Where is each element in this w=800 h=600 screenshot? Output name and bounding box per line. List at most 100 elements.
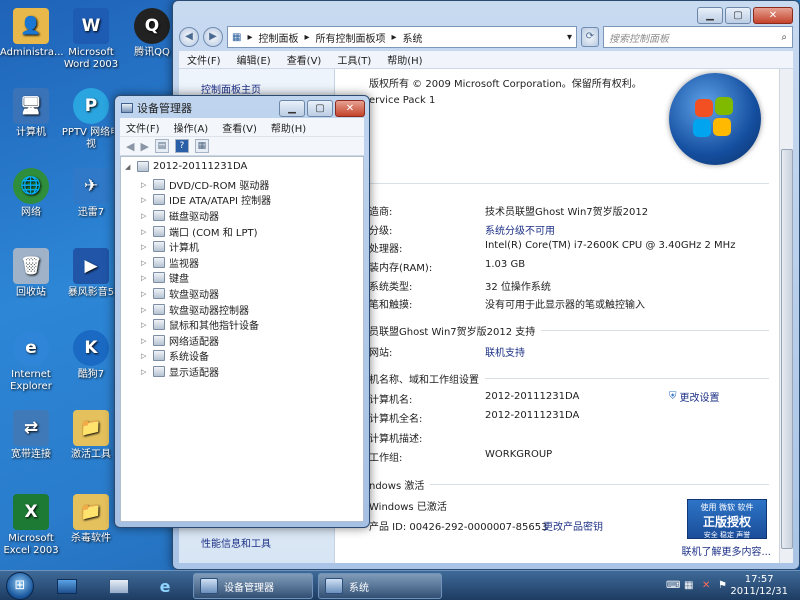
menu-action[interactable]: 操作(A) [174,120,209,135]
desktop-icon-activation-tools[interactable]: 📁 激活工具 [60,410,122,461]
rating-link[interactable]: 系统分级不可用 [485,222,555,237]
user-folder-icon: 👤 [13,8,49,44]
computer-name-label: 计算机名: [369,395,413,406]
menu-edit[interactable]: 编辑(E) [237,52,271,67]
close-button[interactable]: ✕ [753,7,793,24]
back-arrow-icon[interactable]: ◀ [126,140,134,153]
spec-label-manufacturer: 造商: [369,207,393,218]
tree-node[interactable]: ▷ 软盘驱动器控制器 [141,302,249,317]
flag-icon[interactable]: ⚑ [718,580,727,591]
menu-view[interactable]: 查看(V) [222,120,257,135]
menu-file[interactable]: 文件(F) [126,120,160,135]
tree-node[interactable]: ▷ 监视器 [141,255,199,270]
desktop-icon-thunder[interactable]: ✈ 迅雷7 [60,168,122,219]
tree-node[interactable]: ▷ 鼠标和其他指针设备 [141,317,259,332]
menu-view[interactable]: 查看(V) [287,52,322,67]
menu-help[interactable]: 帮助(H) [387,52,422,67]
close-button[interactable]: ✕ [335,100,365,117]
menu-file[interactable]: 文件(F) [187,52,221,67]
minimize-button[interactable]: ▁ [279,100,305,117]
desktop-icon-word[interactable]: W Microsoft Word 2003 [60,8,122,71]
taskbar-system[interactable]: 系统 [318,573,442,599]
address-bar[interactable]: ▦ ▸ 控制面板 ▸ 所有控制面板项 ▸ 系统 ▾ [227,26,577,48]
minimize-button[interactable]: ▁ [697,7,723,24]
spec-label-ram: 装内存(RAM): [369,263,433,274]
tree-node[interactable]: ▷ IDE ATA/ATAPI 控制器 [141,192,271,207]
expand-icon[interactable]: ▷ [141,368,149,376]
online-support-link[interactable]: 联机支持 [485,344,525,359]
refresh-button[interactable]: ⟳ [581,27,599,47]
change-product-key-link[interactable]: 更改产品密钥 [543,518,603,533]
tree-node[interactable]: ▷ 显示适配器 [141,364,219,379]
desktop-icon-broadband[interactable]: ⇄ 宽带连接 [0,410,62,461]
expand-icon[interactable]: ▷ [141,212,149,220]
breadcrumb-all-items[interactable]: 所有控制面板项 [316,30,386,45]
clock[interactable]: 17:57 2011/12/31 [730,574,788,598]
menu-help[interactable]: 帮助(H) [271,120,306,135]
network-tray-icon[interactable]: ▦ [684,580,693,591]
expand-icon[interactable]: ▷ [141,228,149,236]
tree-node[interactable]: ▷ 系统设备 [141,348,209,363]
tree-node[interactable]: ▷ 磁盘驱动器 [141,208,219,223]
desktop-icon-network[interactable]: 🌐 网络 [0,168,62,219]
keyboard-icon[interactable]: ⌨ [666,580,680,591]
maximize-button[interactable]: ▢ [307,100,333,117]
tree-node[interactable]: ▷ 键盘 [141,270,189,285]
desktop-icon-pptv[interactable]: P PPTV 网络电视 [60,88,122,151]
desktop-icon-computer[interactable]: 🖥 计算机 [0,88,62,139]
forward-arrow-icon[interactable]: ▶ [140,140,148,153]
change-settings-link[interactable]: ⛨ 更改设置 [669,389,720,404]
scrollbar-thumb[interactable] [781,149,793,549]
expand-icon[interactable]: ▷ [141,337,149,345]
start-button[interactable]: ⊞ [6,572,34,600]
expand-icon[interactable]: ▷ [141,196,149,204]
desktop-icon-recycle-bin[interactable]: 🗑 回收站 [0,248,62,299]
maximize-button[interactable]: ▢ [725,7,751,24]
collapse-icon[interactable]: ◢ [125,163,133,171]
forward-button[interactable]: ▶ [203,27,223,47]
search-input[interactable]: 搜索控制面板 ⌕ [603,26,793,48]
tree-node[interactable]: ▷ 计算机 [141,239,199,254]
expand-icon[interactable]: ▷ [141,352,149,360]
desktop-icon-kugou[interactable]: K 酷狗7 [60,330,122,381]
desktop-icon-excel[interactable]: X Microsoft Excel 2003 [0,494,62,557]
breadcrumb-system[interactable]: 系统 [403,30,423,45]
control-panel-home-link[interactable]: 控制面板主页 [201,81,261,96]
taskbar-device-manager[interactable]: 设备管理器 [193,573,313,599]
expand-icon[interactable]: ▷ [141,290,149,298]
tree-node[interactable]: ▷ 端口 (COM 和 LPT) [141,224,258,239]
learn-more-link[interactable]: 联机了解更多内容... [681,543,771,558]
properties-icon[interactable]: ▤ [154,139,169,153]
vertical-scrollbar[interactable] [779,69,793,563]
expand-icon[interactable]: ▷ [141,181,149,189]
window-switcher-quicklaunch[interactable] [104,574,134,598]
tree-node[interactable]: ▷ 软盘驱动器 [141,286,219,301]
view-icon[interactable]: ▦ [194,139,209,153]
expand-icon[interactable]: ▷ [141,321,149,329]
show-desktop-quicklaunch[interactable] [52,574,82,598]
expand-icon[interactable]: ▷ [141,274,149,282]
volume-muted-icon[interactable]: ✕ [702,580,710,591]
expand-icon[interactable]: ▷ [141,243,149,251]
desktop-icon-antivirus[interactable]: 📁 杀毒软件 [60,494,122,545]
spec-label-processor: 处理器: [369,244,403,255]
chevron-down-icon[interactable]: ▾ [567,32,572,43]
computer-icon [137,161,149,172]
desktop-icon-administrator[interactable]: 👤 Administra... [0,8,64,59]
control-panel-icon: ▦ [232,31,242,43]
desktop-icon-baofeng[interactable]: ▶ 暴风影音5 [60,248,122,299]
help-icon[interactable]: ? [174,139,189,153]
expand-icon[interactable]: ▷ [141,306,149,314]
tree-node[interactable]: ▷ 网络适配器 [141,333,219,348]
expand-icon[interactable]: ▷ [141,259,149,267]
menu-tools[interactable]: 工具(T) [337,52,371,67]
breadcrumb-control-panel[interactable]: 控制面板 [258,30,298,45]
tree-node[interactable]: ▷ DVD/CD-ROM 驱动器 [141,177,269,192]
desktop-icon-ie[interactable]: e Internet Explorer [0,330,62,393]
spec-value-ram: 1.03 GB [485,259,526,270]
performance-info-link[interactable]: 性能信息和工具 [201,535,271,550]
back-button[interactable]: ◀ [179,27,199,47]
tree-root[interactable]: ◢ 2012-20111231DA [125,161,247,172]
ie-quicklaunch[interactable]: e [150,574,180,598]
genuine-badge[interactable]: 使用 微软 软件 正版授权 安全 稳定 声誉 [687,499,767,539]
